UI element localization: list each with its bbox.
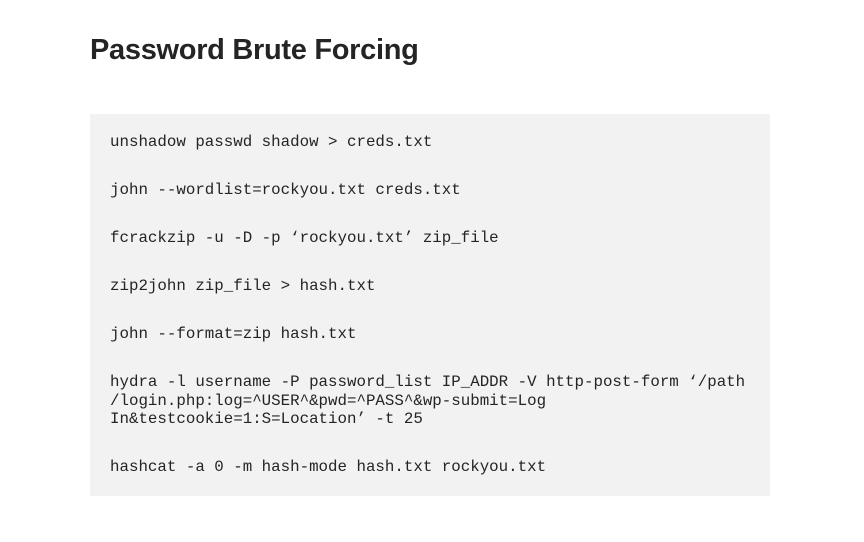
code-line-john-format: john --format=zip hash.txt [110,325,357,343]
code-line-fcrackzip: fcrackzip -u -D -p ‘rockyou.txt’ zip_fil… [110,229,499,247]
code-line-zip2john: zip2john zip_file > hash.txt [110,277,376,295]
code-line-hashcat: hashcat -a 0 -m hash-mode hash.txt rocky… [110,458,547,476]
article-page: Password Brute Forcing unshadow passwd s… [0,0,864,542]
code-line-unshadow: unshadow passwd shadow > creds.txt [110,133,433,151]
page-title: Password Brute Forcing [90,34,419,66]
code-block: unshadow passwd shadow > creds.txt john … [90,114,770,496]
code-line-john-wordlist: john --wordlist=rockyou.txt creds.txt [110,181,461,199]
code-line-hydra: hydra -l username -P password_list IP_AD… [110,373,746,428]
